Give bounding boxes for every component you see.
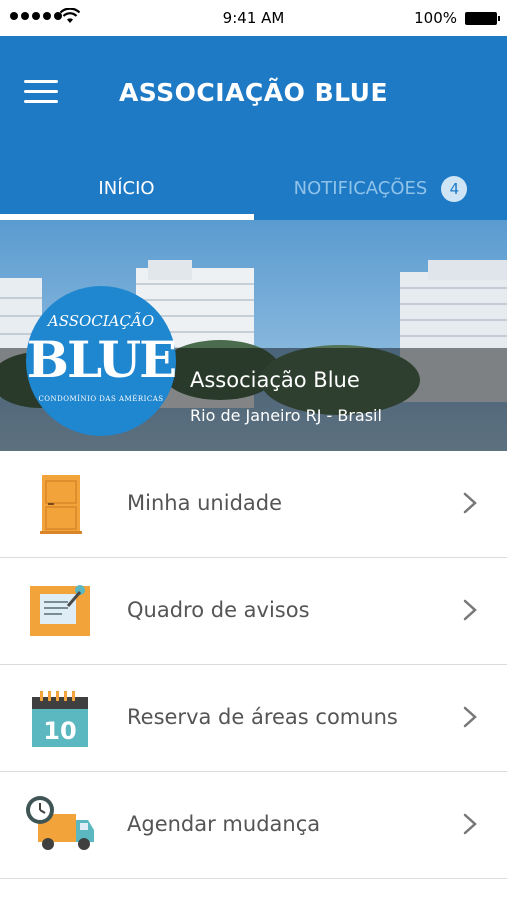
menu-item-reserva-de-areas[interactable]: 10 Reserva de áreas comuns [0,665,507,772]
chevron-right-icon [463,813,477,835]
menu-item-label: Minha unidade [127,491,283,515]
association-name: Associação Blue [190,368,360,392]
menu-item-label: Quadro de avisos [127,598,310,622]
association-location: Rio de Janeiro RJ - Brasil [190,406,382,425]
menu-list: Minha unidade Quadro de avisos 10 Reserv… [0,451,507,879]
status-bar: 9:41 AM 100% [0,0,507,36]
battery-percentage: 100% [414,9,457,27]
menu-item-label: Agendar mudança [127,812,321,836]
app-header: ASSOCIAÇÃO BLUE INÍCIO NOTIFICAÇÕES 4 [0,36,507,220]
battery-icon [465,12,500,25]
association-banner: ASSOCIAÇÃO BLUE CONDOMÍNIO DAS AMÉRICAS … [0,220,507,451]
menu-item-minha-unidade[interactable]: Minha unidade [0,451,507,558]
tab-inicio-label: INÍCIO [98,178,155,199]
tab-notificacoes-label: NOTIFICAÇÕES [293,178,428,199]
association-logo: ASSOCIAÇÃO BLUE CONDOMÍNIO DAS AMÉRICAS [26,286,177,436]
menu-item-quadro-de-avisos[interactable]: Quadro de avisos [0,558,507,665]
chevron-right-icon [463,706,477,728]
logo-line-2: BLUE [26,330,177,389]
chevron-right-icon [463,599,477,621]
notice-board-icon [30,585,90,636]
notification-count-badge: 4 [441,176,468,202]
menu-item-label: Reserva de áreas comuns [127,705,398,729]
app-title: ASSOCIAÇÃO BLUE [118,78,389,107]
logo-line-1: ASSOCIAÇÃO [47,312,155,330]
door-icon [40,475,82,534]
logo-line-3: CONDOMÍNIO DAS AMÉRICAS [38,395,164,403]
tab-notificacoes[interactable]: NOTIFICAÇÕES 4 [254,174,507,220]
menu-item-agendar-mudanca[interactable]: Agendar mudança [0,772,507,879]
svg-text:10: 10 [43,717,76,745]
moving-truck-icon [26,796,94,850]
calendar-icon: 10 [32,691,88,747]
chevron-right-icon [463,492,477,514]
